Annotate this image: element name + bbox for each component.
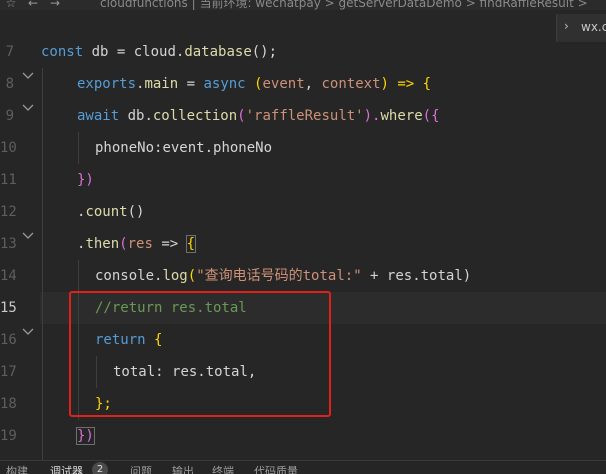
- code-editor[interactable]: const db = cloud.database(); exports.mai…: [0, 0, 606, 460]
- code-line-8[interactable]: exports.main = async (event, context) =>…: [77, 68, 431, 100]
- token: db.: [119, 108, 153, 124]
- chevron-right-icon[interactable]: ›: [564, 19, 569, 33]
- code-line-7[interactable]: const db = cloud.database();: [41, 36, 277, 68]
- token: (): [127, 204, 145, 220]
- indent-guide: [42, 68, 43, 460]
- debugger-count-badge: 2: [92, 462, 108, 474]
- tab-debugger[interactable]: 调试器: [50, 463, 83, 474]
- token: exports: [77, 76, 137, 92]
- fold-chevron-icon[interactable]: [22, 232, 34, 240]
- token: (: [119, 236, 128, 252]
- token: database: [184, 44, 252, 60]
- code-line-11[interactable]: }): [77, 164, 94, 196]
- token: ({: [422, 108, 440, 124]
- line-number: 13: [0, 236, 17, 252]
- line-number: 12: [0, 204, 17, 220]
- fold-chevron-icon[interactable]: [22, 72, 34, 80]
- line-number: 18: [0, 396, 17, 412]
- token: res: [127, 236, 153, 252]
- token: db = cloud.: [83, 44, 185, 60]
- indent-guide: [78, 132, 79, 164]
- code-line-19[interactable]: }): [76, 420, 95, 452]
- line-number: 14: [0, 268, 17, 284]
- token: const: [41, 44, 84, 60]
- token: count: [85, 204, 128, 220]
- token: (: [187, 268, 197, 284]
- token: =: [178, 76, 204, 92]
- token: (: [237, 108, 246, 124]
- tab-terminal[interactable]: 终端: [212, 463, 234, 474]
- fold-chevron-icon[interactable]: [22, 104, 34, 112]
- tab-build[interactable]: 构建: [6, 463, 28, 474]
- line-number: 11: [0, 172, 17, 188]
- line-number-gutter: 7 8 9 10 11 12 13 14 15 16 17 18 19: [0, 10, 40, 460]
- token: {: [185, 235, 197, 253]
- token: 'raffleResult': [245, 108, 364, 124]
- token: event: [262, 76, 305, 92]
- token: (: [245, 76, 263, 92]
- token: console: [95, 268, 155, 284]
- code-line-13[interactable]: .then(res => {: [77, 228, 197, 260]
- token: log: [162, 268, 188, 284]
- tab-code-quality[interactable]: 代码质量: [254, 463, 298, 474]
- token: context: [321, 76, 381, 92]
- token: async: [203, 76, 246, 92]
- code-line-10[interactable]: phoneNo:event.phoneNo: [95, 132, 272, 164]
- token: main: [144, 76, 179, 92]
- code-line-9[interactable]: await db.collection('raffleResult').wher…: [77, 100, 440, 132]
- line-number: 10: [0, 140, 17, 156]
- token: ,: [304, 76, 322, 92]
- side-panel-header[interactable]: › wx.c: [556, 14, 606, 42]
- line-number: 7: [5, 44, 14, 60]
- token: }): [76, 427, 95, 445]
- annotation-highlight-box: [69, 291, 331, 417]
- fold-chevron-icon[interactable]: [22, 328, 34, 336]
- token: await: [77, 108, 120, 124]
- token: + res.total): [361, 268, 472, 284]
- token: "查询电话号码的total:": [196, 268, 362, 284]
- token: ();: [251, 44, 278, 60]
- token: then: [85, 236, 120, 252]
- code-line-12[interactable]: .count(): [77, 196, 144, 228]
- tab-problems[interactable]: 问题: [130, 463, 152, 474]
- token: =>: [152, 236, 187, 252]
- token: }): [77, 172, 94, 188]
- line-number: 9: [5, 108, 14, 124]
- side-panel-label: wx.c: [581, 20, 606, 34]
- token: :event.phoneNo: [154, 140, 273, 156]
- line-number-active: 15: [0, 300, 17, 316]
- token: collection: [152, 108, 238, 124]
- line-number: 19: [0, 428, 17, 444]
- line-number: 17: [0, 364, 17, 380]
- tab-output[interactable]: 输出: [172, 463, 194, 474]
- token: where: [380, 108, 423, 124]
- line-number: 16: [0, 332, 17, 348]
- line-number: 8: [5, 76, 14, 92]
- bottom-panel-tabs: 构建 调试器 2 问题 输出 终端 代码质量: [0, 460, 606, 474]
- token: ) => {: [380, 76, 432, 92]
- token: ).: [363, 108, 381, 124]
- token: phoneNo: [95, 140, 155, 156]
- code-line-14[interactable]: console.log("查询电话号码的total:" + res.total): [95, 260, 471, 292]
